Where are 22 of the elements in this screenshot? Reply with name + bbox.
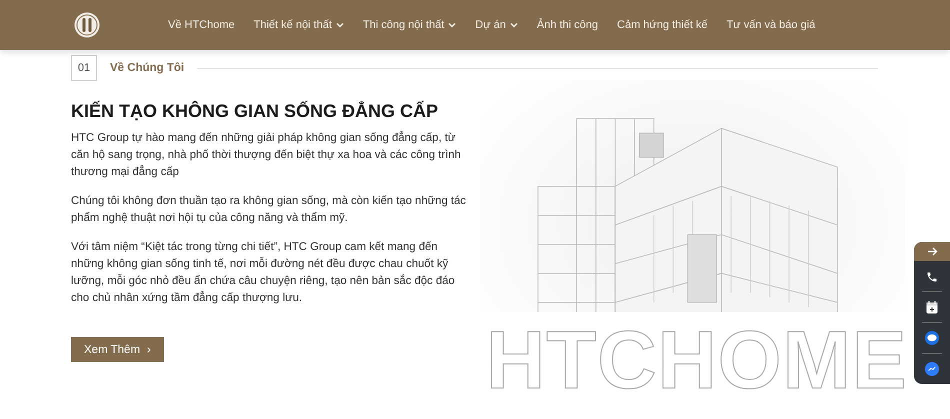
nav-link[interactable]: Ảnh thi công [536, 19, 598, 31]
body-paragraph: Với tâm niệm “Kiệt tác trong từng chi tiết”, HTC Group cam kết mang đến những không gian sống tinh tế, nơi mỗi đường nét đều được chau chuốt kỹ lưỡng, mỗi góc nhỏ đều ẩn chứa câu chuyện riêng, tạo nên bản sắc độc đáo cho chủ nhân xứng tầm đẳng cấp thượng lưu. [71, 240, 456, 306]
nav-link[interactable]: Thi công nội thất [362, 19, 456, 31]
phone-icon [926, 270, 938, 282]
calendar-icon [926, 300, 938, 314]
chat-bubble-icon [925, 331, 939, 345]
nav-link[interactable]: Về HTChome [168, 19, 235, 31]
collapse-button[interactable] [914, 242, 950, 261]
nav-link[interactable]: Cảm hứng thiết kế [617, 19, 708, 31]
arrow-right-icon [926, 247, 938, 256]
section-heading: KIẾN TẠO KHÔNG GIAN SỐNG ĐẲNG CẤP [71, 101, 440, 122]
section-label: Về Chúng Tôi [110, 62, 184, 74]
read-more-button[interactable]: Xem Thêm › [71, 337, 164, 362]
nav-link[interactable]: Dự án [475, 19, 518, 31]
nav-link[interactable]: Tư vấn và báo giá [726, 19, 816, 31]
nav-link[interactable]: Thiết kế nội thất [254, 19, 344, 31]
outline-brand-text: HTCHOME [486, 320, 908, 402]
section-number: 01 [71, 55, 97, 81]
body-paragraph: HTC Group tự hào mang đến những giải pháp không gian sống đẳng cấp, từ căn hộ sang trọng, nhà phố thời thượng đến biệt thự xa hoa và các công trình thương mại đẳng cấp [71, 130, 462, 180]
messenger-icon [925, 362, 939, 376]
logo-icon[interactable] [74, 12, 100, 38]
body-paragraph: Chúng tôi không đơn thuần tạo ra không gian sống, mà còn kiến tạo những tác phẩm nghệ thuật nơi hội tụ của công năng và thẩm mỹ. [71, 194, 466, 226]
